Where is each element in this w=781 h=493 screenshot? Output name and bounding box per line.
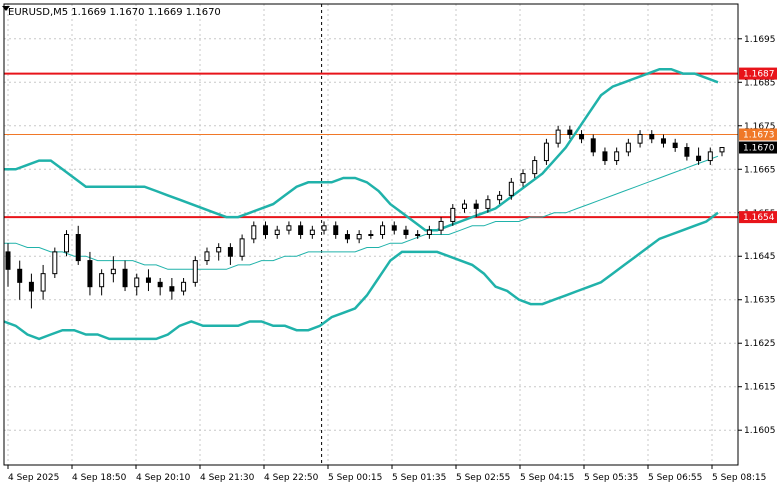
x-tick-label: 4 Sep 2025 (8, 473, 59, 483)
candle-body (5, 251, 11, 270)
current-price-badge: 1.1670 (743, 144, 775, 154)
candle-body (719, 147, 725, 153)
candle-body (426, 229, 432, 235)
candle-body (696, 155, 702, 162)
candle-body (87, 260, 93, 288)
y-tick-label: 1.1625 (744, 339, 776, 349)
y-tick-label: 1.1615 (744, 383, 776, 393)
candle-body (532, 160, 538, 175)
x-tick-label: 5 Sep 08:15 (712, 473, 766, 483)
candle-body (368, 234, 374, 236)
chart-window[interactable]: 1.16951.16851.16751.16651.16551.16451.16… (0, 0, 781, 489)
candle-body (99, 273, 105, 288)
x-tick-label: 5 Sep 06:55 (648, 473, 702, 483)
y-tick-label: 1.1685 (744, 78, 776, 88)
candle-body (590, 138, 596, 153)
candle-body (707, 151, 713, 162)
candle-body (64, 234, 70, 253)
candle-body (403, 229, 409, 235)
candle-body (579, 133, 585, 140)
x-tick-label: 5 Sep 05:35 (584, 473, 638, 483)
candle-body (660, 138, 666, 144)
y-tick-label: 1.1695 (744, 35, 776, 45)
candle-body (227, 247, 233, 257)
level-price-badge: 1.1654 (743, 213, 775, 223)
candle-body (637, 133, 643, 144)
candle-body (344, 234, 350, 240)
symbol-ohlc-header: EURUSD,M5 1.1669 1.1670 1.1669 1.1670 (8, 7, 221, 18)
candle-body (497, 194, 503, 201)
candle-body (28, 281, 34, 292)
x-tick-label: 5 Sep 00:15 (328, 473, 382, 483)
x-tick-label: 4 Sep 21:30 (200, 473, 255, 483)
level-price-badge: 1.1687 (743, 70, 775, 80)
candle-body (192, 260, 198, 283)
candle-body (473, 203, 479, 209)
x-tick-label: 4 Sep 18:50 (72, 473, 127, 483)
candle-body (461, 203, 467, 209)
candle-body (672, 142, 678, 149)
candle-body (181, 281, 187, 292)
candle-body (145, 277, 151, 283)
candle-body (614, 151, 620, 162)
candle-body (567, 129, 573, 135)
y-tick-label: 1.1645 (744, 252, 776, 262)
candle-body (251, 225, 257, 240)
x-tick-label: 4 Sep 22:50 (264, 473, 319, 483)
candle-body (134, 277, 140, 288)
candle-body (415, 234, 421, 236)
candle-body (543, 142, 549, 162)
candle-body (438, 220, 444, 231)
candle-body (356, 234, 362, 240)
x-tick-label: 5 Sep 04:15 (520, 473, 574, 483)
x-tick-label: 5 Sep 01:35 (392, 473, 446, 483)
candle-body (274, 229, 280, 235)
x-tick-label: 5 Sep 02:55 (456, 473, 510, 483)
candle-body (321, 225, 327, 231)
candle-body (110, 268, 116, 275)
y-tick-label: 1.1635 (744, 296, 776, 306)
y-tick-label: 1.1665 (744, 165, 776, 175)
candle-body (649, 133, 655, 140)
candle-body (122, 268, 128, 288)
candle-body (625, 142, 631, 153)
candle-body (40, 273, 46, 292)
level-price-badge: 1.1673 (743, 130, 775, 140)
candle-body (391, 225, 397, 231)
candle-body (602, 151, 608, 162)
candle-body (380, 225, 386, 235)
candle-body (508, 181, 514, 196)
candle-body (684, 147, 690, 157)
candle-body (520, 173, 526, 183)
candle-body (286, 225, 292, 231)
candle-body (157, 281, 163, 288)
candle-body (555, 129, 561, 144)
candle-body (75, 234, 81, 262)
candle-body (52, 251, 58, 275)
y-tick-label: 1.1605 (744, 426, 776, 436)
candle-body (216, 247, 222, 253)
candle-body (333, 225, 339, 235)
candle-body (239, 238, 245, 257)
candle-body (485, 199, 491, 209)
x-tick-label: 4 Sep 20:10 (136, 473, 191, 483)
candle-body (309, 229, 315, 235)
candle-body (17, 268, 23, 283)
chart-canvas[interactable]: 1.16951.16851.16751.16651.16551.16451.16… (0, 0, 781, 489)
candle-body (169, 286, 175, 292)
candle-body (263, 225, 269, 235)
candle-body (298, 225, 304, 235)
candle-body (450, 207, 456, 222)
candle-body (204, 251, 210, 262)
